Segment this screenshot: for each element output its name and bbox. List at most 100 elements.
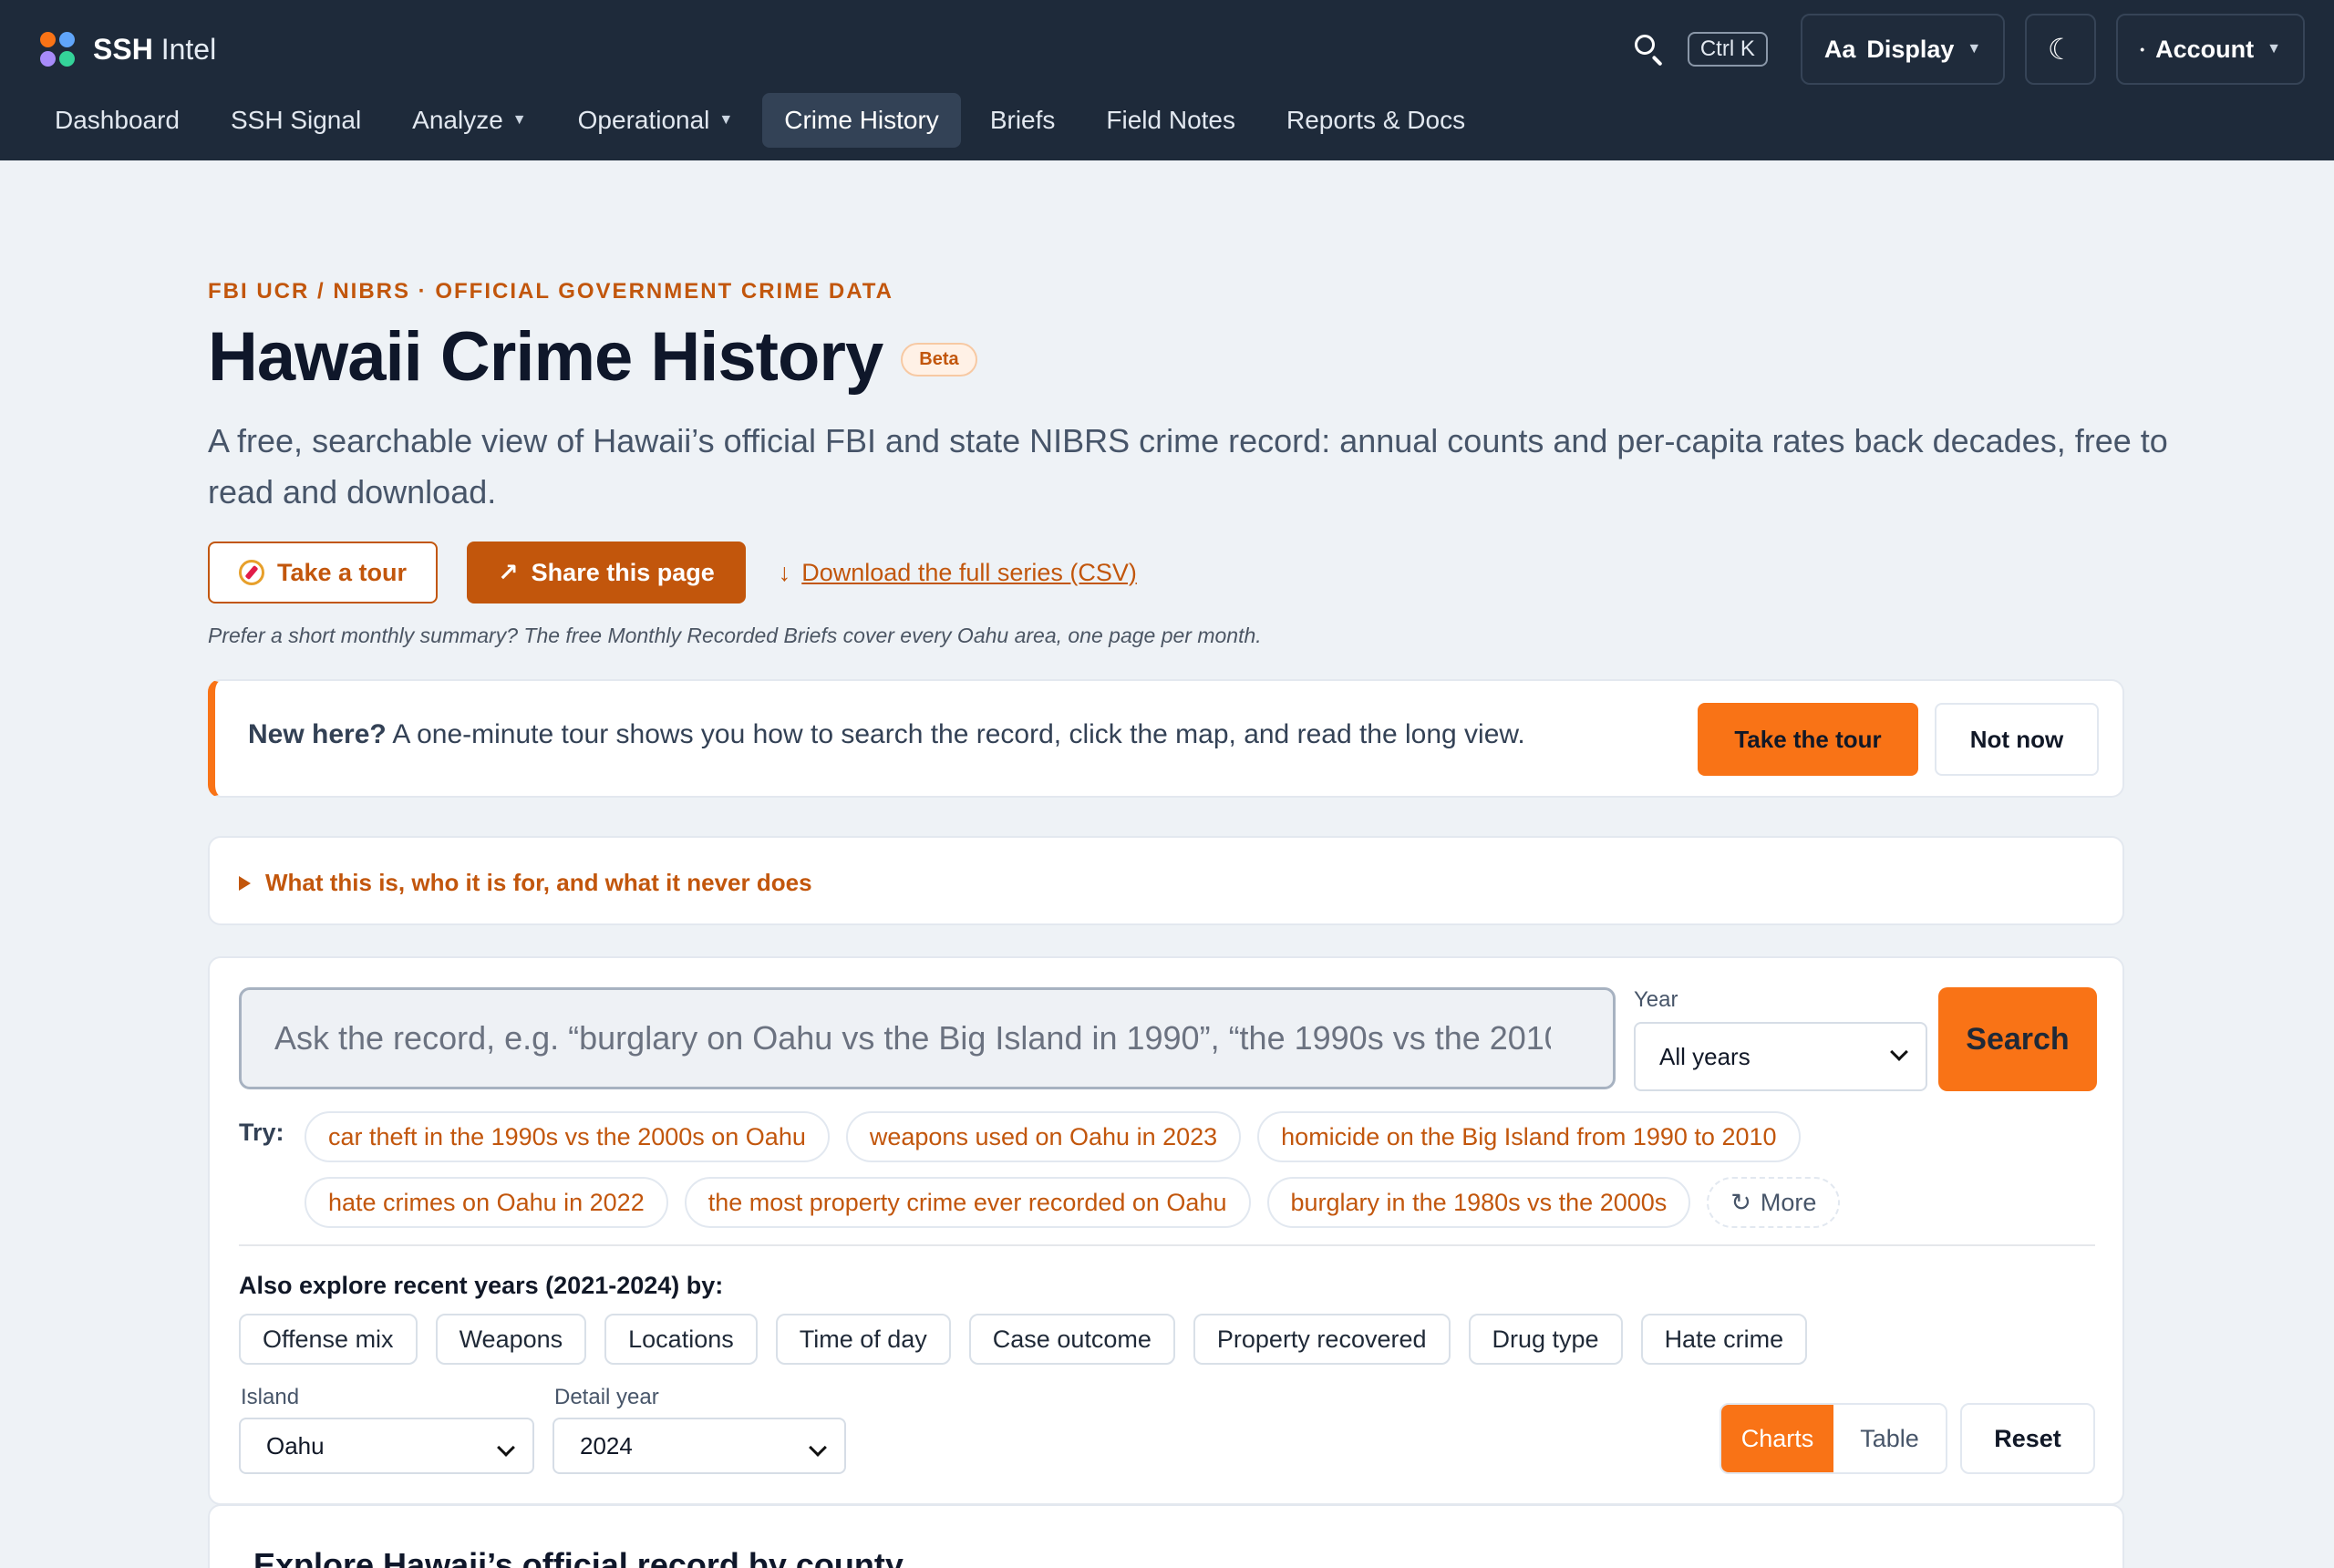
example-query-chip[interactable]: homicide on the Big Island from 1990 to … <box>1257 1111 1801 1162</box>
moon-icon: ☾ <box>2047 33 2074 66</box>
nav-item-analyze[interactable]: Analyze ▼ <box>390 93 548 148</box>
chevron-down-icon <box>1890 1043 1908 1061</box>
page-description: A free, searchable view of Hawaii’s offi… <box>208 422 2168 511</box>
reset-button[interactable]: Reset <box>1960 1403 2095 1474</box>
example-queries-row-2: hate crimes on Oahu in 2022 the most prop… <box>305 1177 1841 1228</box>
example-query-chip[interactable]: the most property crime ever recorded on… <box>684 1177 1251 1228</box>
font-size-icon: Aa <box>1823 35 1856 63</box>
more-examples-label: More <box>1760 1188 1817 1216</box>
divider <box>239 1244 2095 1246</box>
page-eyebrow: FBI UCR / NIBRS · OFFICIAL GOVERNMENT CR… <box>208 279 893 304</box>
onboarding-banner: New here? A one-minute tour shows you ho… <box>208 679 2124 798</box>
compass-icon <box>239 560 264 585</box>
explore-pill-time-of-day[interactable]: Time of day <box>775 1314 951 1365</box>
nav-item-briefs[interactable]: Briefs <box>968 93 1078 148</box>
detail-year-select-value: 2024 <box>580 1431 633 1460</box>
share-page-button[interactable]: ↗ Share this page <box>467 542 746 603</box>
example-query-chip[interactable]: burglary in the 1980s vs the 2000s <box>1266 1177 1691 1228</box>
explore-pill-weapons[interactable]: Weapons <box>435 1314 587 1365</box>
explore-label: Also explore recent years (2021-2024) by… <box>239 1272 724 1299</box>
more-examples-button[interactable]: ↻ More <box>1707 1177 1841 1228</box>
try-label: Try: <box>239 1119 284 1146</box>
island-select-value: Oahu <box>266 1431 325 1460</box>
page-title: Hawaii Crime History <box>208 318 883 396</box>
start-tour-button[interactable]: Take the tour <box>1698 703 1918 776</box>
about-disclosure[interactable]: What this is, who it is for, and what it… <box>208 836 2124 925</box>
charts-view-button[interactable]: Charts <box>1721 1405 1833 1472</box>
main-nav: Dashboard SSH Signal Analyze ▼ Operational ▼ C… <box>33 93 1487 148</box>
brand-name: SSH Intel <box>93 32 217 66</box>
section-title: Explore Hawaii’s official record by coun… <box>253 1546 904 1568</box>
download-icon: ↓ <box>778 558 791 586</box>
account-label: Account <box>2155 35 2255 63</box>
chevron-down-icon: ▼ <box>511 112 527 128</box>
account-menu-button[interactable]: • Account ▼ <box>2116 14 2305 85</box>
example-queries-row-1: car theft in the 1990s vs the 2000s on O… <box>305 1111 1801 1162</box>
take-tour-button[interactable]: Take a tour <box>208 542 439 603</box>
display-menu-button[interactable]: Aa Display ▼ <box>1800 14 2006 85</box>
explore-pill-drug-type[interactable]: Drug type <box>1468 1314 1623 1365</box>
nav-item-dashboard[interactable]: Dashboard <box>33 93 201 148</box>
explore-dimension-pills: Offense mix Weapons Locations Time of day Ca… <box>239 1314 1808 1365</box>
nav-item-label: Analyze <box>412 106 503 134</box>
user-dot-icon: • <box>2140 42 2145 57</box>
chevron-down-icon <box>497 1439 515 1457</box>
nav-item-label: Operational <box>577 106 710 134</box>
query-placeholder: Ask the record, e.g. “burglary on Oahu v… <box>274 1019 1551 1057</box>
year-select[interactable]: All years <box>1634 1022 1927 1091</box>
banner-body: A one-minute tour shows you how to searc… <box>386 719 1525 749</box>
search-icon[interactable] <box>1631 31 1668 67</box>
search-shortcut-hint: Ctrl K <box>1687 32 1768 67</box>
explore-pill-offense-mix[interactable]: Offense mix <box>239 1314 418 1365</box>
about-summary[interactable]: What this is, who it is for, and what it… <box>239 869 812 897</box>
display-label: Display <box>1866 35 1955 63</box>
chevron-down-icon: ▼ <box>718 112 734 128</box>
nav-item-ssh-signal[interactable]: SSH Signal <box>209 93 383 148</box>
explore-pill-hate-crime[interactable]: Hate crime <box>1640 1314 1808 1365</box>
top-actions: Ctrl K Aa Display ▼ ☾ • Account ▼ <box>1631 14 2305 85</box>
year-label: Year <box>1634 987 1678 1012</box>
query-input[interactable]: Ask the record, e.g. “burglary on Oahu v… <box>239 987 1616 1089</box>
detail-year-select[interactable]: 2024 <box>553 1418 846 1474</box>
beta-badge: Beta <box>901 343 977 377</box>
explore-pill-property-recovered[interactable]: Property recovered <box>1193 1314 1451 1365</box>
nav-item-crime-history[interactable]: Crime History <box>762 93 961 148</box>
download-label: Download the full series (CSV) <box>801 558 1137 586</box>
nav-item-label: Dashboard <box>55 106 180 134</box>
explore-pill-locations[interactable]: Locations <box>604 1314 758 1365</box>
banner-lead: New here? <box>248 719 387 749</box>
nav-item-field-notes[interactable]: Field Notes <box>1084 93 1257 148</box>
nav-item-label: Briefs <box>989 106 1056 134</box>
county-explorer-section: Explore Hawaii’s official record by coun… <box>208 1504 2124 1568</box>
chevron-down-icon <box>809 1439 827 1457</box>
take-tour-label: Take a tour <box>277 558 408 586</box>
explore-pill-case-outcome[interactable]: Case outcome <box>968 1314 1175 1365</box>
view-toggle: Charts Table <box>1720 1403 1947 1474</box>
brand-dots-icon <box>40 32 75 67</box>
search-button[interactable]: Search <box>1938 987 2097 1091</box>
search-panel: Ask the record, e.g. “burglary on Oahu v… <box>208 956 2124 1505</box>
nav-item-reports-docs[interactable]: Reports & Docs <box>1265 93 1487 148</box>
island-select[interactable]: Oahu <box>239 1418 534 1474</box>
theme-toggle-button[interactable]: ☾ <box>2025 14 2097 85</box>
chevron-down-icon: ▼ <box>2267 41 2281 57</box>
nav-item-operational[interactable]: Operational ▼ <box>556 93 756 148</box>
dismiss-tour-button[interactable]: Not now <box>1935 703 2099 776</box>
brand-logo[interactable]: SSH Intel <box>40 29 216 69</box>
briefs-note: Prefer a short monthly summary? The free… <box>208 624 1262 647</box>
detail-year-label: Detail year <box>554 1385 659 1409</box>
example-query-chip[interactable]: weapons used on Oahu in 2023 <box>845 1111 1242 1162</box>
year-select-value: All years <box>1659 1042 1750 1070</box>
banner-text: New here? A one-minute tour shows you ho… <box>248 719 1525 750</box>
disclosure-triangle-icon <box>239 875 251 891</box>
table-view-button[interactable]: Table <box>1833 1405 1946 1472</box>
nav-item-label: Crime History <box>784 106 939 134</box>
example-query-chip[interactable]: car theft in the 1990s vs the 2000s on O… <box>305 1111 830 1162</box>
download-csv-link[interactable]: ↓ Download the full series (CSV) <box>779 559 1137 587</box>
hero-actions: Take a tour ↗ Share this page ↓ Download… <box>208 542 1137 603</box>
title-row: Hawaii Crime History Beta <box>208 317 977 397</box>
about-summary-label: What this is, who it is for, and what it… <box>265 869 812 896</box>
example-query-chip[interactable]: hate crimes on Oahu in 2022 <box>305 1177 668 1228</box>
nav-item-label: Field Notes <box>1106 106 1236 134</box>
share-label: Share this page <box>531 558 715 586</box>
